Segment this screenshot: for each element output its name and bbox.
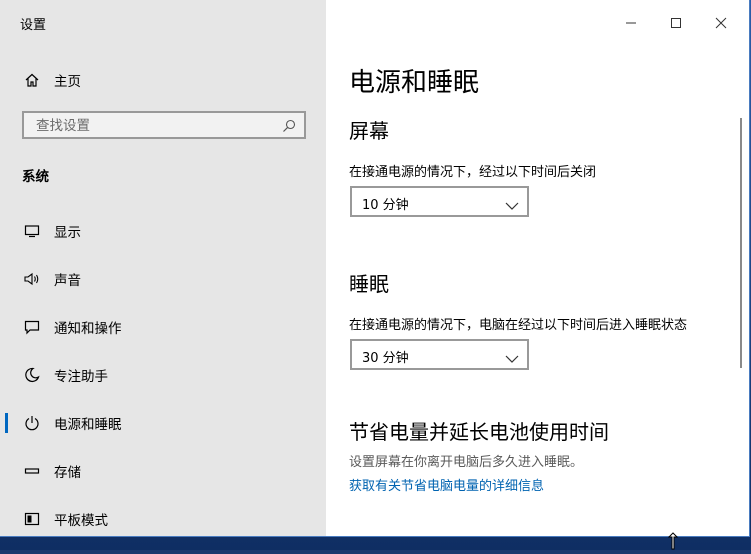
notification-icon <box>21 319 43 335</box>
sidebar-item-label: 显示 <box>54 225 81 241</box>
search-box[interactable] <box>22 111 306 139</box>
close-icon <box>715 17 727 29</box>
chevron-down-icon <box>505 196 519 215</box>
sidebar-item-home[interactable]: 主页 <box>0 58 326 102</box>
mouse-cursor-icon <box>667 532 679 554</box>
battery-description: 设置屏幕在你离开电脑后多久进入睡眠。 <box>349 455 584 470</box>
speaker-icon <box>21 271 43 287</box>
sidebar-item-display[interactable]: 显示 <box>0 209 326 253</box>
sleep-heading: 睡眠 <box>349 272 389 296</box>
tablet-icon <box>21 511 43 527</box>
sidebar-item-label: 专注助手 <box>54 369 108 385</box>
minimize-icon <box>626 22 636 24</box>
screen-timeout-dropdown[interactable]: 10 分钟 <box>350 186 529 217</box>
sidebar-item-notifications[interactable]: 通知和操作 <box>0 305 326 349</box>
home-icon <box>21 72 43 88</box>
search-icon[interactable] <box>282 118 296 137</box>
sidebar-item-tablet-mode[interactable]: 平板模式 <box>0 497 326 536</box>
sleep-timeout-dropdown[interactable]: 30 分钟 <box>350 339 529 370</box>
screen-description: 在接通电源的情况下，经过以下时间后关闭 <box>349 165 597 180</box>
sidebar-item-sound[interactable]: 声音 <box>0 257 326 301</box>
dropdown-value: 10 分钟 <box>362 198 409 213</box>
power-icon <box>21 415 43 431</box>
monitor-icon <box>21 223 43 239</box>
minimize-button[interactable] <box>608 8 654 38</box>
drive-icon <box>21 463 43 479</box>
sidebar-item-label: 平板模式 <box>54 513 108 529</box>
close-button[interactable] <box>698 8 744 38</box>
power-saving-link[interactable]: 获取有关节省电脑电量的详细信息 <box>349 475 544 494</box>
app-title: 设置 <box>20 18 47 33</box>
settings-window: 设置 主页 系统 显示 声音 <box>0 0 750 537</box>
section-label: 系统 <box>22 169 49 185</box>
sidebar-item-power-sleep[interactable]: 电源和睡眠 <box>0 401 326 445</box>
page-title: 电源和睡眠 <box>349 68 480 98</box>
search-input[interactable] <box>34 116 278 136</box>
moon-icon <box>21 367 43 383</box>
sidebar-item-label: 电源和睡眠 <box>54 417 122 433</box>
sidebar-item-label: 通知和操作 <box>54 321 122 337</box>
sidebar-item-label: 主页 <box>54 74 81 90</box>
maximize-icon <box>671 18 681 28</box>
sidebar-item-focus-assist[interactable]: 专注助手 <box>0 353 326 397</box>
battery-heading: 节省电量并延长电池使用时间 <box>349 420 609 444</box>
sidebar: 设置 主页 系统 显示 声音 <box>0 0 326 536</box>
scrollbar[interactable] <box>740 118 742 368</box>
dropdown-value: 30 分钟 <box>362 351 409 366</box>
chevron-down-icon <box>505 349 519 368</box>
sleep-description: 在接通电源的情况下，电脑在经过以下时间后进入睡眠状态 <box>349 318 688 333</box>
maximize-button[interactable] <box>653 8 699 38</box>
sidebar-item-label: 存储 <box>54 465 81 481</box>
sidebar-item-storage[interactable]: 存储 <box>0 449 326 493</box>
screen-heading: 屏幕 <box>349 119 389 143</box>
sidebar-item-label: 声音 <box>54 273 81 289</box>
